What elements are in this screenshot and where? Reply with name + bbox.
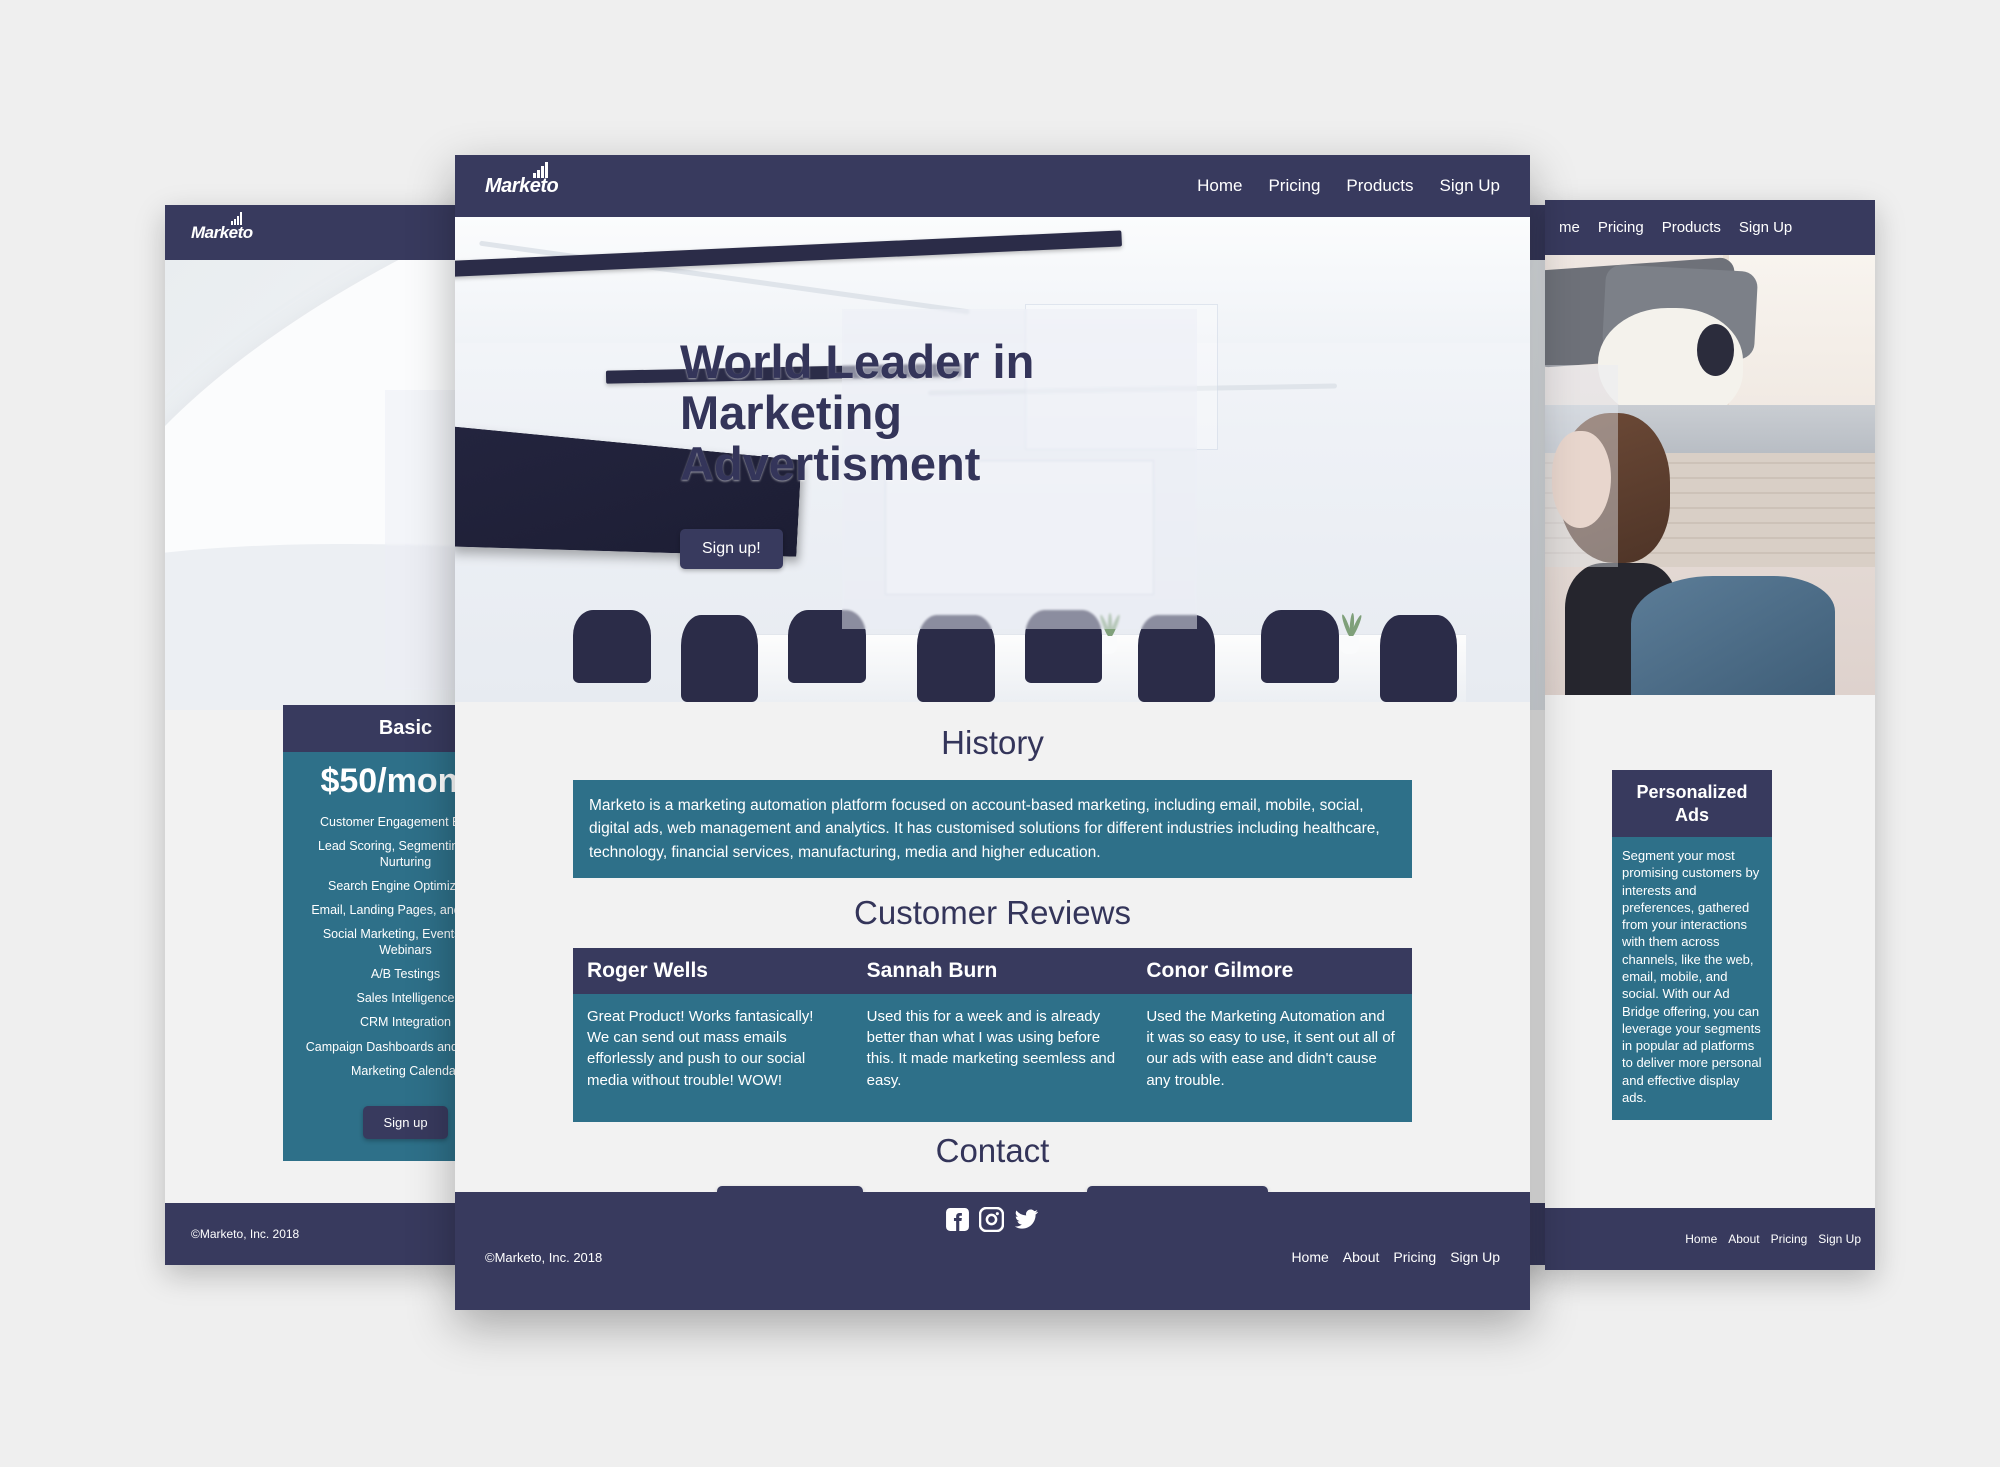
- nav-item-signup[interactable]: Sign Up: [1440, 176, 1500, 196]
- right-nav-item-pricing[interactable]: Pricing: [1598, 219, 1644, 236]
- right-footer-home[interactable]: Home: [1685, 1232, 1717, 1246]
- logo-bars-icon: [533, 161, 548, 178]
- hero-copy: World Leader in Marketing Advertisment S…: [680, 335, 1110, 570]
- hero-signup-button[interactable]: Sign up!: [680, 529, 783, 570]
- nav-item-home[interactable]: Home: [1197, 176, 1242, 196]
- main-navbar: Marketo Home Pricing Products Sign Up: [455, 155, 1530, 217]
- ads-card-personalized[interactable]: Personalized Ads Segment your most promi…: [1612, 770, 1772, 1121]
- main-footer: ©Marketo, Inc. 2018 Home About Pricing S…: [455, 1192, 1530, 1310]
- right-footer-about[interactable]: About: [1728, 1232, 1759, 1246]
- right-footer-links: Home About Pricing Sign Up: [1685, 1232, 1861, 1246]
- logo-bars-icon: [231, 211, 242, 225]
- left-window-logo-text: Marketo: [191, 222, 253, 242]
- main-nav-links: Home Pricing Products Sign Up: [1197, 176, 1500, 196]
- office-chair: [1379, 614, 1457, 702]
- right-nav-item-home[interactable]: me: [1559, 219, 1580, 236]
- left-footer-copyright: ©Marketo, Inc. 2018: [191, 1227, 300, 1241]
- contact-heading: Contact: [935, 1131, 1050, 1169]
- office-chair: [1261, 609, 1339, 683]
- left-window-logo[interactable]: Marketo: [191, 211, 253, 243]
- right-nav-item-products[interactable]: Products: [1662, 219, 1721, 236]
- right-window-navbar: me Pricing Products Sign Up: [1545, 200, 1875, 255]
- plant-pot: [1339, 635, 1360, 654]
- reviews-body-row: Great Product! Works fantasically! We ca…: [573, 993, 1412, 1122]
- photo-glass-overlay: [1545, 365, 1618, 568]
- right-window-nav-links: me Pricing Products Sign Up: [1559, 219, 1792, 236]
- reviews-header-row: Roger Wells Sannah Burn Conor Gilmore: [573, 947, 1412, 994]
- history-section: History Marketo is a marketing automatio…: [455, 702, 1530, 878]
- ads-card-title: Personalized Ads: [1612, 770, 1772, 837]
- facebook-icon[interactable]: [945, 1207, 970, 1237]
- reviews-section: Customer Reviews Roger Wells Sannah Burn…: [455, 878, 1530, 1122]
- main-logo[interactable]: Marketo: [485, 161, 559, 198]
- review-author: Conor Gilmore: [1146, 958, 1294, 982]
- hero-title: World Leader in Marketing Advertisment: [680, 335, 1035, 490]
- pricing-signup-button[interactable]: Sign up: [363, 1106, 448, 1139]
- ads-card-body: Segment your most promising customers by…: [1612, 837, 1772, 1121]
- nav-item-products[interactable]: Products: [1346, 176, 1413, 196]
- footer-link-pricing[interactable]: Pricing: [1393, 1249, 1436, 1265]
- footer-link-signup[interactable]: Sign Up: [1450, 1249, 1500, 1265]
- review-text: Used the Marketing Automation and it was…: [1146, 1007, 1395, 1089]
- footer-link-about[interactable]: About: [1343, 1249, 1380, 1265]
- review-author: Roger Wells: [587, 958, 708, 982]
- potted-plant: [1337, 613, 1364, 654]
- review-text: Great Product! Works fantasically! We ca…: [587, 1007, 814, 1089]
- main-footer-copyright: ©Marketo, Inc. 2018: [485, 1249, 603, 1265]
- history-panel: Marketo is a marketing automation platfo…: [573, 780, 1412, 878]
- review-author: Sannah Burn: [866, 958, 998, 982]
- review-text: Used this for a week and is already bett…: [866, 1007, 1116, 1089]
- twitter-icon[interactable]: [1013, 1207, 1040, 1237]
- footer-social-icons: [455, 1192, 1530, 1237]
- screenshot-stage: Marketo Home Pricing Products Sign Up De…: [0, 0, 2000, 1467]
- right-footer-pricing[interactable]: Pricing: [1771, 1232, 1808, 1246]
- instagram-icon[interactable]: [978, 1206, 1005, 1237]
- office-chair: [680, 614, 759, 702]
- right-nav-item-signup[interactable]: Sign Up: [1739, 219, 1792, 236]
- main-window[interactable]: Marketo Home Pricing Products Sign Up Wo…: [455, 155, 1530, 1310]
- main-footer-links: Home About Pricing Sign Up: [1291, 1249, 1500, 1265]
- main-logo-text: Marketo: [485, 174, 559, 197]
- right-window[interactable]: me Pricing Products Sign Up Personalized…: [1545, 200, 1875, 1270]
- right-window-footer: Home About Pricing Sign Up: [1545, 1208, 1875, 1270]
- photo-girl-jeans: [1630, 576, 1836, 695]
- photo-panda-ear: [1696, 323, 1735, 377]
- main-hero: World Leader in Marketing Advertisment S…: [455, 217, 1530, 702]
- right-footer-signup[interactable]: Sign Up: [1818, 1232, 1861, 1246]
- office-chair: [573, 609, 651, 683]
- footer-link-home[interactable]: Home: [1291, 1249, 1328, 1265]
- right-window-hero-image: [1545, 255, 1875, 695]
- nav-item-pricing[interactable]: Pricing: [1268, 176, 1320, 196]
- reviews-heading: Customer Reviews: [854, 893, 1131, 931]
- history-heading: History: [941, 724, 1044, 761]
